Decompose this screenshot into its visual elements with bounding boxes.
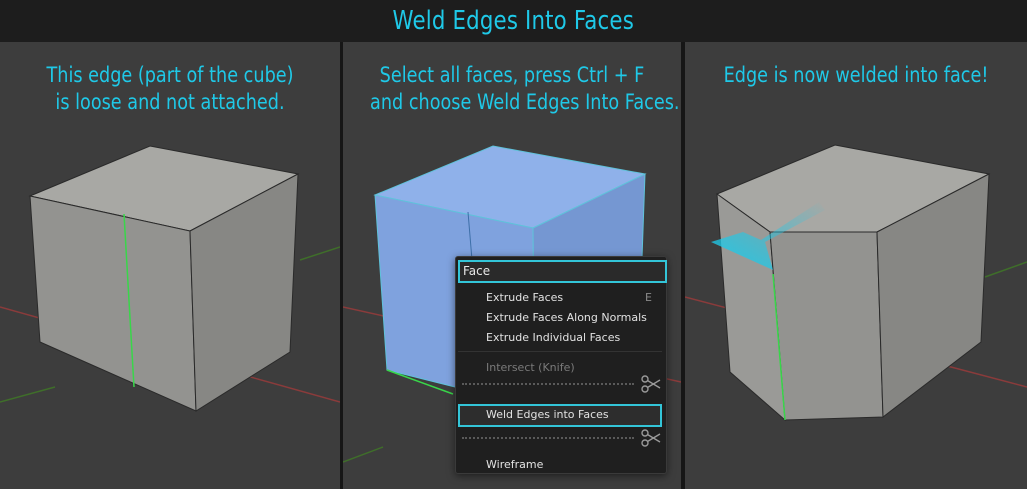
scissors-icon — [641, 429, 661, 447]
viewport-3 — [685, 144, 1027, 422]
caption-line: and choose Weld Edges Into Faces. — [370, 90, 680, 114]
menu-item-label: Extrude Faces Along Normals — [486, 311, 647, 324]
menu-item-label: Weld Edges into Faces — [486, 408, 609, 421]
menu-item-weld-edges-into-faces[interactable]: Weld Edges into Faces — [486, 408, 609, 421]
panel-welded: Edge is now welded into face! — [685, 42, 1027, 489]
menu-dotted-separator — [462, 383, 634, 385]
menu-item-extrude-individual-faces[interactable]: Extrude Individual Faces — [486, 331, 620, 344]
menu-item-extrude-faces[interactable]: Extrude Faces — [486, 291, 563, 304]
menu-item-label: Wireframe — [486, 458, 544, 471]
menu-item-label: Intersect (Knife) — [486, 361, 575, 374]
y-axis-line — [0, 386, 56, 403]
menu-item-intersect-knife: Intersect (Knife) — [486, 361, 575, 374]
caption-3: Edge is now welded into face! — [685, 62, 1027, 89]
face-context-menu[interactable]: Face Extrude Faces E Extrude Faces Along… — [455, 256, 667, 474]
cube-front-face — [29, 195, 197, 412]
caption-2: Select all faces, press Ctrl + F and cho… — [343, 62, 681, 116]
menu-item-label: Extrude Individual Faces — [486, 331, 621, 344]
panel-loose-edge: This edge (part of the cube) is loose an… — [0, 42, 340, 489]
y-axis-line — [984, 261, 1027, 278]
menu-item-extrude-faces-along-normals[interactable]: Extrude Faces Along Normals — [486, 311, 647, 324]
menu-dotted-separator — [462, 437, 634, 439]
title-bar: Weld Edges Into Faces — [0, 0, 1027, 42]
y-axis-line-right — [299, 246, 340, 261]
caption-line: This edge (part of the cube) — [46, 63, 294, 87]
menu-shortcut: E — [645, 291, 652, 304]
page-title: Weld Edges Into Faces — [392, 6, 635, 36]
menu-separator — [458, 351, 662, 352]
menu-item-label: Extrude Faces — [486, 291, 564, 304]
scissors-icon — [641, 375, 661, 393]
cube-front-face — [769, 231, 884, 421]
menu-search-field[interactable]: Face — [458, 260, 667, 283]
y-axis-line — [343, 446, 384, 463]
caption-line: is loose and not attached. — [55, 90, 285, 114]
caption-line: Edge is now welded into face! — [723, 63, 989, 87]
caption-1: This edge (part of the cube) is loose an… — [0, 62, 340, 116]
caption-line: Select all faces, press Ctrl + F — [379, 63, 645, 87]
menu-item-wireframe[interactable]: Wireframe — [486, 458, 543, 471]
